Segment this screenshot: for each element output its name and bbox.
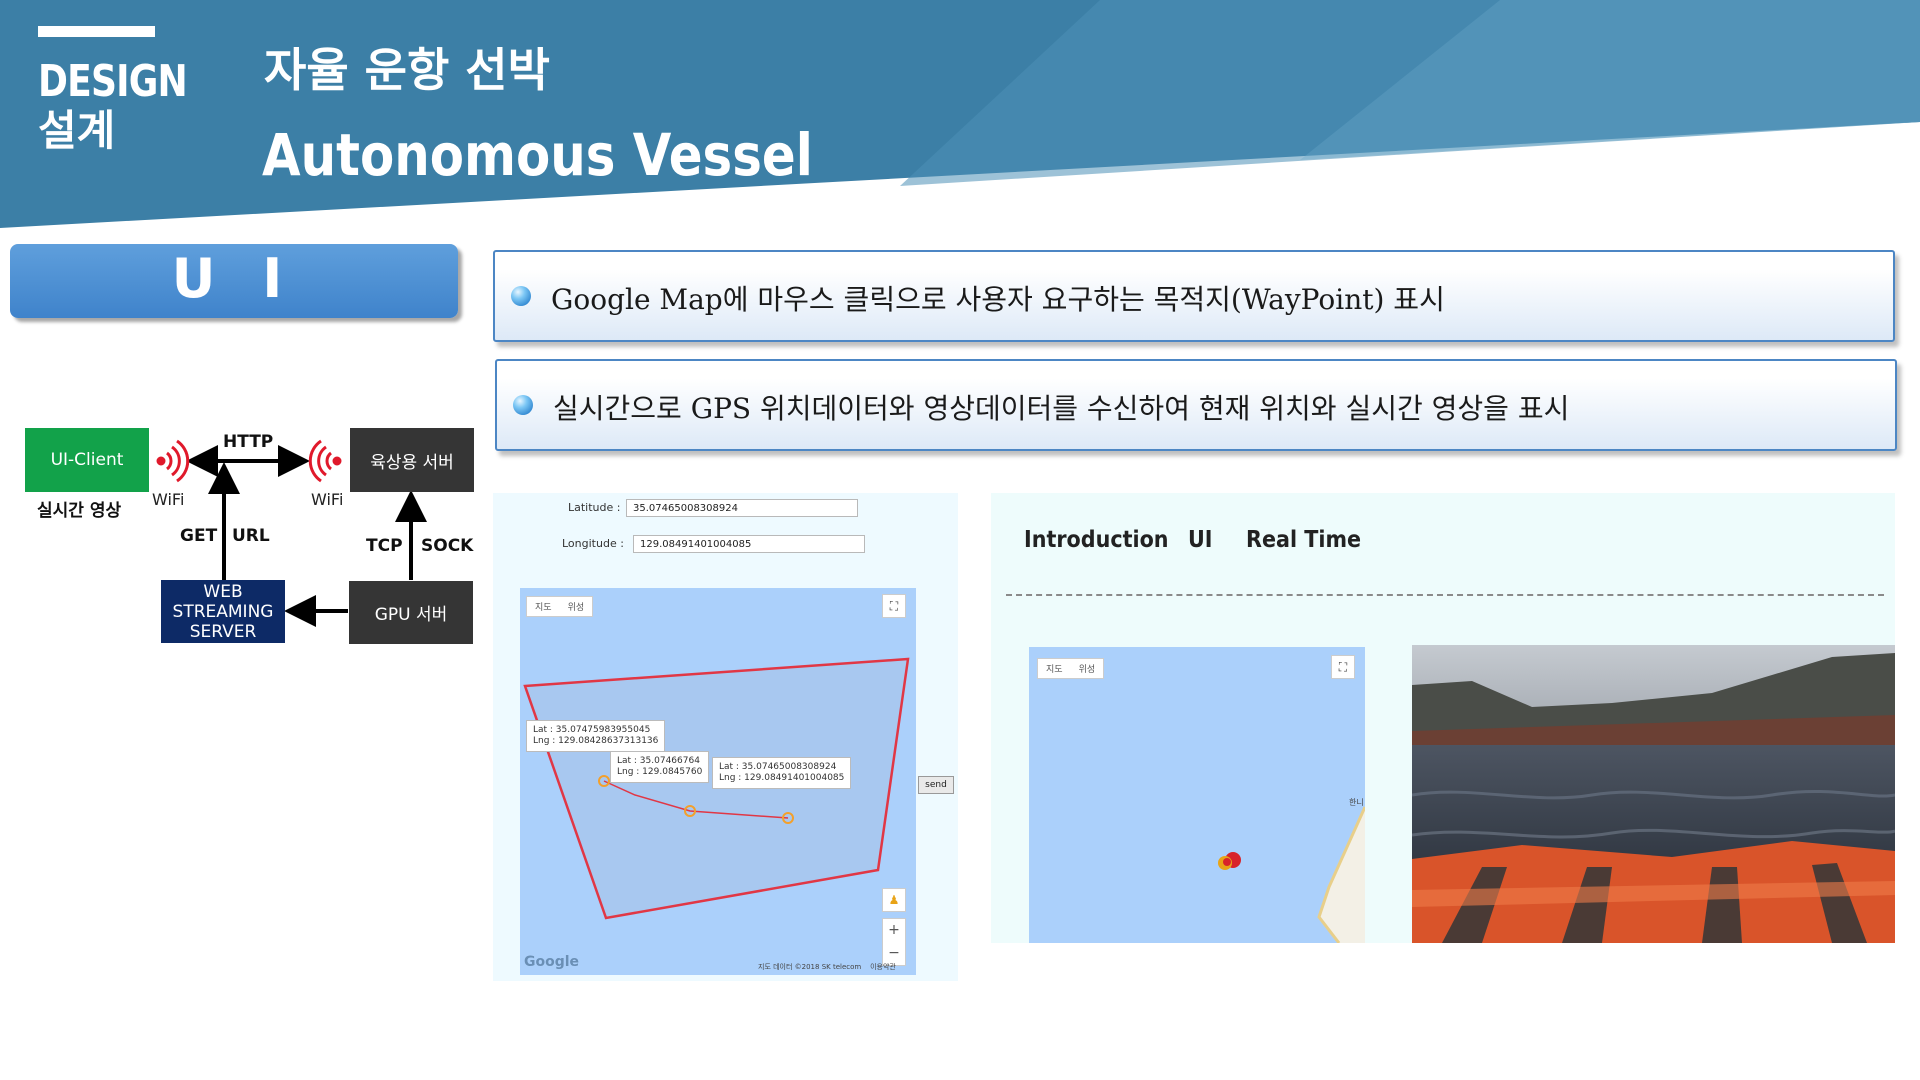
google-logo: Google — [524, 954, 580, 970]
info-2-lat: Lat : 35.07466764 — [617, 756, 700, 766]
wifi-right-label: WiFi — [311, 490, 344, 509]
nav-real-time[interactable]: Real Time — [1246, 527, 1361, 553]
realtime-page-screenshot: Introduction UI Real Time 지도 위성 ⛶ 한니 — [991, 493, 1895, 943]
get-label: GET — [180, 526, 218, 546]
web-server-line-1: WEB — [203, 581, 243, 602]
ui-client-node: UI-Client — [25, 428, 149, 492]
web-server-line-2: STREAMING — [172, 601, 274, 622]
tcp-label: TCP — [366, 536, 403, 556]
wifi-left-icon — [156, 439, 190, 483]
info-1-lat: Lat : 35.07475983955045 — [533, 725, 651, 735]
land-server-node: 육상용 서버 — [350, 428, 474, 492]
zoom-control: + − — [882, 918, 906, 966]
bullet-text-2: 실시간으로 GPS 위치데이터와 영상데이터를 수신하여 현재 위치와 실시간 … — [553, 392, 1570, 425]
bullet-icon — [513, 395, 533, 415]
diagram-arrows — [156, 439, 427, 627]
realtime-position-map[interactable]: 지도 위성 ⛶ 한니 — [1029, 647, 1365, 943]
bullet-box-2: 실시간으로 GPS 위치데이터와 영상데이터를 수신하여 현재 위치와 실시간 … — [495, 359, 1897, 451]
vessel-position-marker-icon — [1218, 852, 1241, 870]
latitude-field[interactable]: 35.07465008308924 — [626, 499, 858, 517]
nav-divider — [1006, 594, 1884, 596]
url-label: URL — [232, 526, 270, 546]
web-server-line-3: SERVER — [189, 621, 257, 642]
longitude-field[interactable]: 129.08491401004085 — [633, 535, 865, 553]
pegman-icon[interactable]: ♟ — [882, 888, 906, 912]
realtime-video-frame — [1412, 645, 1895, 943]
bullet-text-1: Google Map에 마우스 클릭으로 사용자 요구하는 목적지(WayPoi… — [551, 283, 1445, 316]
map-place-label: 한니 — [1349, 798, 1364, 807]
nav-ui[interactable]: UI — [1188, 527, 1213, 553]
waypoint-info-window-3: Lat : 35.07465008308924 Lng : 129.084914… — [712, 757, 852, 789]
sock-label: SOCK — [421, 536, 474, 556]
wifi-right-icon — [308, 439, 342, 483]
waypoint-info-window-2: Lat : 35.07466764 Lng : 129.0845760 — [610, 751, 710, 783]
land-server-label: 육상용 서버 — [370, 452, 454, 473]
waypoint-info-window-1: Lat : 35.07475983955045 Lng : 129.084286… — [526, 720, 666, 752]
send-button[interactable]: send — [918, 776, 954, 794]
map-footer-text: 지도 데이터 ©2018 SK telecom 이용약관 — [758, 963, 896, 971]
wifi-left-label: WiFi — [152, 490, 185, 509]
info-3-lat: Lat : 35.07465008308924 — [719, 762, 837, 772]
ui-client-label: UI-Client — [50, 450, 124, 470]
latitude-label: Latitude : — [568, 501, 621, 514]
info-3-lng: Lng : 129.08491401004085 — [719, 773, 845, 783]
info-2-lng: Lng : 129.0845760 — [617, 767, 703, 777]
ui-client-caption: 실시간 영상 — [37, 501, 122, 521]
zoom-in-button[interactable]: + — [883, 919, 905, 942]
http-label: HTTP — [223, 432, 274, 452]
gpu-server-label: GPU 서버 — [374, 605, 448, 625]
google-map[interactable]: 지도 위성 ⛶ Lat : 35.07475983955045 Lng : 12… — [520, 588, 916, 975]
coastline-shape — [1317, 806, 1365, 943]
web-streaming-server-node: WEB STREAMING SERVER — [161, 580, 285, 643]
gpu-server-node: GPU 서버 — [349, 581, 473, 644]
waypoint-map-screenshot: Latitude : 35.07465008308924 Longitude :… — [493, 493, 958, 981]
info-1-lng: Lng : 129.08428637313136 — [533, 736, 659, 746]
bullet-icon — [511, 286, 531, 306]
nav-introduction[interactable]: Introduction — [1024, 527, 1169, 553]
longitude-label: Longitude : — [562, 537, 624, 550]
bullet-box-1: Google Map에 마우스 클릭으로 사용자 요구하는 목적지(WayPoi… — [493, 250, 1895, 342]
